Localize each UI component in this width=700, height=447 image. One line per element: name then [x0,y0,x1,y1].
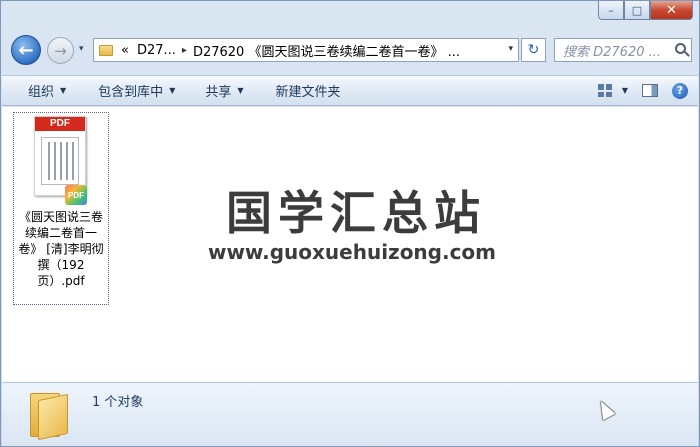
watermark-title: 国学汇总站 [226,186,486,240]
details-pane: 1 个对象 [2,382,698,446]
search-placeholder: 搜索 D27620 ... [563,44,662,60]
new-folder-label: 新建文件夹 [275,85,341,100]
include-in-library-menu[interactable]: 包含到库中 ▼ [76,76,185,105]
explorer-window: – □ ✕ ← → ▾ « D27... ▸ D27620 《圆天图说三卷续编二… [0,0,700,447]
breadcrumb-separator-icon[interactable]: ▸ [182,45,187,56]
pdf-thumbnail-label: PDF [35,117,85,131]
document-page-icon [41,137,79,185]
help-icon[interactable]: ? [672,82,688,99]
search-icon[interactable] [675,43,686,54]
file-item[interactable]: PDF PDF 《圆天图说三卷续编二卷首一卷》 [清]李明彻撰（192页）.pd… [13,112,109,305]
search-input[interactable]: 搜索 D27620 ... [554,38,692,62]
caption-buttons: – □ ✕ [598,1,693,20]
chevron-down-icon: ▼ [237,86,244,95]
file-name: 《圆天图说三卷续编二卷首一卷》 [清]李明彻撰（192页）.pdf [18,210,104,288]
watermark-url: www.guoxuehuizong.com [207,240,497,264]
forward-button[interactable]: → [47,37,74,64]
maximize-button[interactable]: □ [624,1,650,20]
address-row: ← → ▾ « D27... ▸ D27620 《圆天图说三卷续编二卷首一卷》 … [9,35,692,65]
chevron-down-icon: ▼ [60,86,67,95]
new-folder-button[interactable]: 新建文件夹 [254,76,351,105]
view-options-icon [597,84,612,97]
organize-menu[interactable]: 组织 ▼ [2,76,76,105]
recent-pages-dropdown[interactable]: ▾ [79,44,84,54]
command-bar: 组织 ▼ 包含到库中 ▼ 共享 ▼ 新建文件夹 ▼ ? [2,75,698,106]
address-bar[interactable]: « D27... ▸ D27620 《圆天图说三卷续编二卷首一卷》 ... ▾ [93,38,519,62]
file-list-area[interactable]: PDF PDF 《圆天图说三卷续编二卷首一卷》 [清]李明彻撰（192页）.pd… [2,107,698,382]
breadcrumb-item[interactable]: D27... [137,43,176,58]
chevron-down-icon: ▼ [169,86,176,95]
pdf-app-icon: PDF [65,185,87,205]
change-view-button[interactable]: ▼ [597,84,628,97]
folder-icon [30,389,70,441]
include-in-library-label: 包含到库中 [98,85,164,100]
minimize-button[interactable]: – [598,1,624,20]
object-count: 1 个对象 [92,395,144,410]
folder-icon [99,44,113,56]
pdf-thumbnail: PDF [34,116,86,196]
breadcrumb-overflow[interactable]: « [121,43,129,58]
organize-label: 组织 [28,85,55,100]
back-button[interactable]: ← [11,35,41,65]
share-menu[interactable]: 共享 ▼ [185,76,253,105]
breadcrumb-item-current[interactable]: D27620 《圆天图说三卷续编二卷首一卷》 ... [193,41,460,60]
share-label: 共享 [205,85,232,100]
close-button[interactable]: ✕ [650,1,693,20]
toolbar-right: ▼ ? [597,76,688,105]
refresh-button[interactable]: ↻ [521,38,546,62]
address-dropdown-icon[interactable]: ▾ [508,44,513,54]
preview-pane-icon[interactable] [642,84,658,97]
chevron-down-icon: ▼ [621,86,628,95]
